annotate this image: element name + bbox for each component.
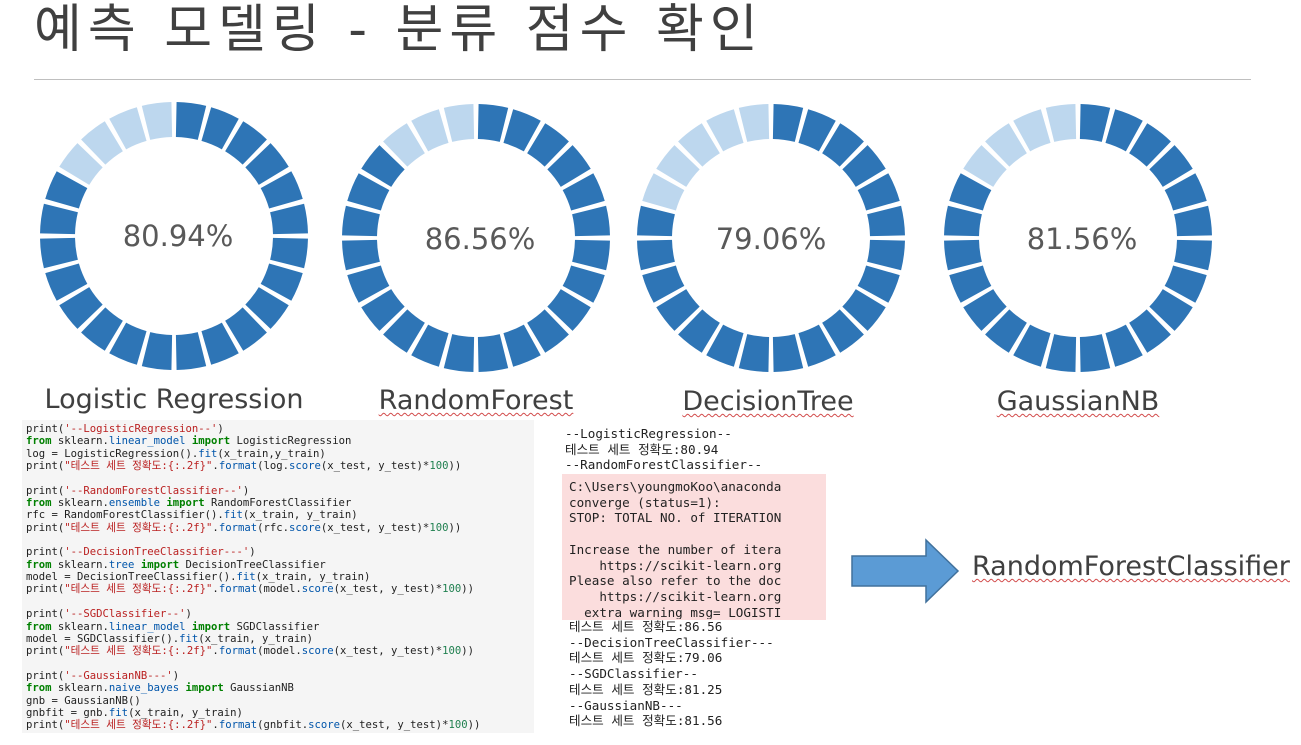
code-line: print("테스트 세트 정확도:{:.2f}".format(model.s… [26,583,474,596]
code-line: print('--GaussianNB---') [26,669,180,682]
donut-segment-filled [738,334,770,372]
donut-segment-filled [141,332,173,370]
output-line: Please also refer to the doc [569,573,782,589]
output-line: Increase the number of itera [569,541,782,557]
donut-segment-filled [477,334,509,372]
output-line: STOP: TOTAL NO. of ITERATION [569,510,782,526]
accuracy-donut-charts [40,102,1212,372]
code-line: rfc = RandomForestClassifier().fit(x_tra… [26,509,358,522]
code-line: print("테스트 세트 정확도:{:.2f}".format(model.s… [26,645,474,658]
donut-segment-empty [738,104,770,142]
donut-segment-filled [1079,104,1111,142]
model-name-text: RandomForest [378,385,574,416]
donut-segment-filled [477,104,509,142]
output-line: --DecisionTreeClassifier--- [569,634,774,650]
output-line: 테스트 세트 정확도:86.56 [569,619,723,634]
accuracy-label-randomforest: 86.56% [424,222,536,256]
python-code-cell[interactable]: print('--LogisticRegression--') from skle… [22,420,534,733]
donut-segment-filled [867,205,905,237]
code-line: print("테스트 세트 정확도:{:.2f}".format(rfc.sco… [26,521,462,534]
code-line: from sklearn.tree import DecisionTreeCla… [26,558,326,571]
code-line: log = LogisticRegression().fit(x_train,y… [26,447,326,460]
code-line: print('--RandomForestClassifier--') [26,484,250,497]
output-line: --RandomForestClassifier-- [565,457,763,473]
donut-segment-filled [342,205,380,237]
code-line: print('--LogisticRegression--') [26,423,224,435]
donut-segment-empty [141,102,173,140]
donut-segment-filled [772,334,804,372]
code-line: model = SGDClassifier().fit(x_train, y_t… [26,632,314,645]
output-line: https://scikit-learn.org [569,557,782,573]
output-line: 테스트 세트 정확도:80.94 [565,441,719,457]
best-model-text: RandomForestClassifier [972,551,1290,582]
model-name-randomforest: RandomForest [326,384,626,418]
donut-segment-filled [637,205,675,237]
code-line: from sklearn.linear_model import Logisti… [26,435,352,448]
code-line: from sklearn.linear_model import SGDClas… [26,620,320,633]
code-line: gnbfit = gnb.fit(x_train, y_train) [26,706,243,719]
donut-segment-empty [1045,104,1077,142]
code-line: from sklearn.ensemble import RandomFores… [26,497,352,510]
output-line: --SGDClassifier-- [569,666,698,682]
output-line: 테스트 세트 정확도:81.56 [569,713,723,729]
donut-segment-filled [175,102,207,140]
right-arrow-icon [851,538,960,604]
accuracy-label-decisiontree: 79.06% [715,222,827,256]
notebook-output-results: 테스트 세트 정확도:86.56 --DecisionTreeClassifier… [569,619,831,729]
donut-segment-filled [1079,334,1111,372]
donut-segment-filled [944,239,982,271]
output-line: converge (status=1): [569,494,721,510]
code-line: gnb = GaussianNB() [26,694,141,707]
donut-segment-filled [772,104,804,142]
donut-segment-filled [175,332,207,370]
accuracy-label-gaussiannb: 81.56% [1026,222,1138,256]
output-line: --GaussianNB--- [569,697,683,713]
donut-segment-filled [40,203,78,235]
output-line: 테스트 세트 정확도:81.25 [569,681,723,697]
best-model-label: RandomForestClassifier [972,551,1290,582]
donut-segment-filled [637,239,675,271]
accuracy-label-logistic: 80.94% [122,219,234,253]
model-name-decisiontree: DecisionTree [618,385,918,419]
model-name-logistic: Logistic Regression [24,383,324,417]
code-line: model = DecisionTreeClassifier().fit(x_t… [26,571,371,584]
donut-segment-filled [40,237,78,269]
code-line: print("테스트 세트 정확도:{:.2f}".format(gnbfit.… [26,719,481,732]
code-line: from sklearn.naive_bayes import Gaussian… [26,682,294,695]
warning-output-text: C:\Users\youngmoKoo\anaconda converge (st… [569,479,825,619]
code-line: print('--SGDClassifier--') [26,608,192,621]
output-line: --LogisticRegression-- [565,426,732,441]
donut-segment-empty [443,104,475,142]
donut-segment-filled [342,239,380,271]
donut-segment-filled [867,239,905,271]
code-line: print('--DecisionTreeClassifier---') [26,546,256,559]
code-line: print("테스트 세트 정확도:{:.2f}".format(log.sco… [26,460,462,473]
donut-segment-filled [443,334,475,372]
donut-segment-filled [944,205,982,237]
output-line: 테스트 세트 정확도:79.06 [569,650,723,666]
model-name-text: Logistic Regression [44,384,304,415]
output-line: extra_warning_msg=_LOGISTI [569,604,782,619]
model-name-gaussiannb: GaussianNB [928,385,1228,419]
model-name-text: GaussianNB [996,386,1160,417]
output-line: C:\Users\youngmoKoo\anaconda [569,479,782,494]
output-line: https://scikit-learn.org [569,588,782,604]
model-name-text: DecisionTree [682,386,854,417]
donut-segment-filled [1045,334,1077,372]
